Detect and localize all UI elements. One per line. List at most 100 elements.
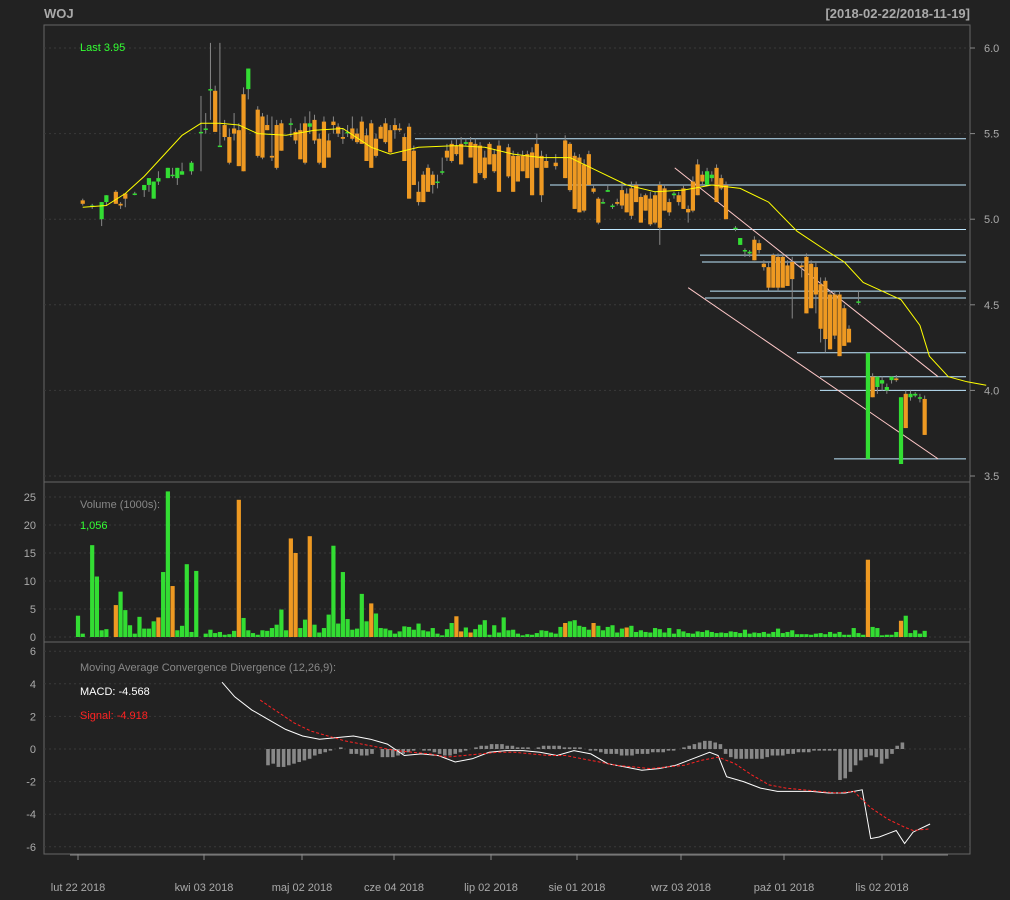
macd-histogram-bar — [271, 749, 275, 764]
macd-histogram-bar — [474, 747, 478, 749]
candle-body — [279, 123, 284, 151]
volume-bar — [832, 633, 837, 637]
candle-body — [733, 227, 738, 230]
volume-bar — [544, 630, 549, 637]
volume-bar — [407, 626, 412, 637]
macd-histogram-bar — [661, 749, 665, 753]
macd-histogram-bar — [713, 742, 717, 749]
candle-body — [525, 154, 530, 179]
volume-bar — [638, 630, 643, 637]
candle-body — [416, 191, 421, 203]
volume-bar — [785, 631, 790, 637]
candle-body — [449, 143, 454, 161]
volume-bar — [194, 570, 199, 637]
macd-histogram-bar — [521, 747, 525, 749]
candle-body — [624, 193, 629, 213]
candle-body — [288, 123, 293, 125]
macd-histogram-bar — [625, 749, 629, 756]
macd-y-tick-label: 6 — [30, 646, 36, 658]
volume-bar — [846, 634, 852, 637]
volume-bar — [473, 629, 478, 637]
volume-bar — [572, 620, 577, 637]
macd-y-tick-label: 0 — [30, 744, 36, 756]
candle-body — [421, 174, 426, 203]
candle-body — [402, 137, 407, 161]
volume-bar — [548, 632, 554, 637]
signal-line — [259, 699, 931, 832]
volume-bar — [856, 633, 861, 637]
volume-bar — [894, 631, 899, 637]
candle-body — [217, 145, 222, 148]
volume-bar — [567, 621, 573, 637]
macd-histogram-bar — [723, 749, 728, 754]
volume-bar — [667, 628, 672, 637]
volume-bar — [794, 634, 800, 637]
candle-body — [884, 386, 889, 391]
volume-bar — [700, 631, 705, 637]
volume-bar — [600, 630, 606, 637]
volume-bar — [695, 631, 700, 637]
macd-histogram-bar — [323, 749, 327, 753]
candle-body — [671, 193, 677, 196]
volume-last-value: 1,056 — [80, 520, 108, 532]
macd-y-tick-label: -6 — [26, 842, 36, 854]
volume-bar — [586, 629, 591, 637]
x-axis-label: lis 02 2018 — [855, 882, 908, 894]
volume-bar — [142, 628, 147, 637]
macd-histogram-bar — [682, 747, 686, 749]
candle-body — [780, 256, 785, 288]
volume-bar — [525, 634, 530, 637]
macd-histogram-bar — [838, 749, 842, 780]
candle-body — [553, 162, 558, 167]
volume-bar — [775, 628, 781, 637]
volume-bar — [364, 621, 369, 637]
volume-bar — [345, 619, 350, 637]
candle-body — [397, 128, 402, 131]
volume-bar — [373, 613, 379, 637]
candle-body — [865, 352, 871, 459]
candle-body — [459, 143, 464, 165]
macd-histogram-bar — [276, 749, 281, 767]
candle-body — [269, 155, 275, 158]
volume-y-tick-label: 5 — [30, 604, 36, 616]
candle-body — [775, 256, 781, 288]
macd-histogram-bar — [307, 749, 312, 759]
candle-body — [827, 294, 833, 350]
signal-value-label: Signal: -4.918 — [80, 710, 148, 722]
volume-bar — [757, 633, 762, 637]
volume-bar — [279, 609, 284, 637]
volume-bar — [605, 626, 610, 637]
volume-bar — [534, 633, 539, 637]
candle-body — [643, 195, 648, 211]
macd-histogram-bar — [484, 745, 489, 749]
volume-bar — [284, 630, 289, 637]
candle-body — [880, 380, 885, 384]
volume-bar — [203, 633, 208, 637]
macd-histogram-bar — [526, 747, 530, 749]
macd-histogram-bar — [687, 745, 691, 749]
candle-body — [804, 256, 809, 314]
candle-body — [487, 143, 492, 165]
macd-histogram-bar — [287, 749, 291, 766]
macd-histogram-bar — [427, 749, 431, 751]
candle-body — [704, 171, 710, 185]
volume-bar — [837, 631, 842, 637]
volume-bar — [624, 627, 629, 637]
volume-bar — [336, 623, 341, 637]
candle-body — [629, 188, 634, 216]
macd-histogram-bar — [318, 749, 322, 754]
candle-body — [610, 205, 615, 208]
volume-bar — [179, 625, 185, 637]
candle-body — [496, 145, 502, 192]
candle-body — [113, 191, 118, 204]
candle-body — [742, 250, 748, 252]
macd-histogram-bar — [479, 745, 483, 749]
volume-bar — [331, 545, 336, 637]
candle-body — [818, 284, 823, 329]
macd-histogram-bar — [495, 744, 499, 749]
volume-bar — [468, 632, 473, 637]
volume-bar — [922, 630, 927, 637]
macd-histogram-bar — [453, 749, 457, 754]
volume-bar — [113, 605, 118, 637]
candle-body — [118, 203, 123, 206]
